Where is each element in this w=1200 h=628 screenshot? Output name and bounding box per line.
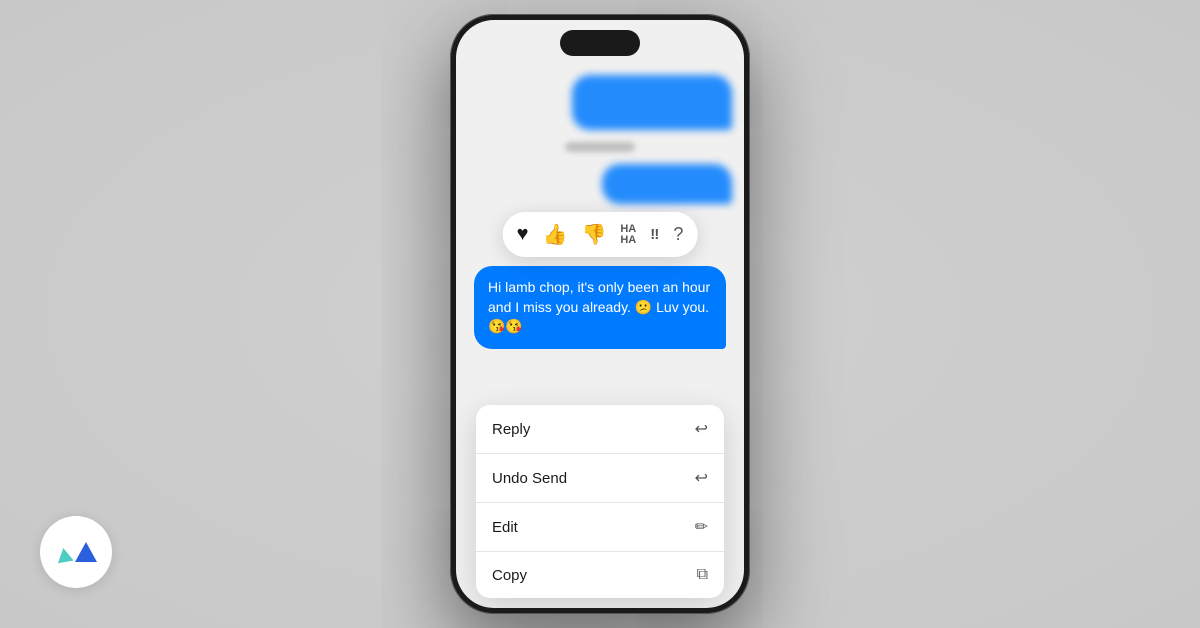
copy-menu-item[interactable]: Copy ⧉ bbox=[476, 552, 724, 598]
phone-screen: ♥ 👍 👎 HAHA ‼ ? Hi lamb chop, it's only b… bbox=[456, 20, 744, 608]
copy-label: Copy bbox=[492, 567, 527, 584]
question-reaction[interactable]: ? bbox=[673, 224, 683, 245]
context-menu: Reply ↩ Undo Send ↩ Edit ✏ Copy ⧉ bbox=[476, 405, 724, 598]
logo-triangle-teal bbox=[55, 547, 73, 564]
message-text: Hi lamb chop, it's only been an hour and… bbox=[488, 278, 712, 337]
reply-menu-item[interactable]: Reply ↩ bbox=[476, 405, 724, 454]
blurred-timestamp bbox=[565, 142, 635, 152]
exclamation-reaction[interactable]: ‼ bbox=[650, 226, 659, 243]
logo-container bbox=[40, 516, 112, 588]
copy-icon: ⧉ bbox=[697, 566, 708, 584]
thumbs-up-reaction[interactable]: 👍 bbox=[543, 222, 568, 247]
reply-icon: ↩ bbox=[695, 419, 708, 439]
reaction-bar[interactable]: ♥ 👍 👎 HAHA ‼ ? bbox=[503, 212, 698, 257]
undo-send-label: Undo Send bbox=[492, 470, 567, 487]
heart-reaction[interactable]: ♥ bbox=[517, 223, 529, 246]
logo bbox=[56, 542, 97, 562]
blurred-message-1 bbox=[572, 75, 732, 130]
undo-send-icon: ↩ bbox=[695, 468, 708, 488]
haha-reaction[interactable]: HAHA bbox=[620, 224, 636, 246]
phone-frame: ♥ 👍 👎 HAHA ‼ ? Hi lamb chop, it's only b… bbox=[450, 14, 750, 614]
edit-label: Edit bbox=[492, 519, 518, 536]
thumbs-down-reaction[interactable]: 👎 bbox=[581, 222, 606, 247]
dynamic-island bbox=[560, 30, 640, 56]
message-bubble: Hi lamb chop, it's only been an hour and… bbox=[474, 266, 726, 349]
logo-triangle-blue bbox=[75, 542, 97, 562]
reply-label: Reply bbox=[492, 421, 530, 438]
edit-menu-item[interactable]: Edit ✏ bbox=[476, 503, 724, 552]
undo-send-menu-item[interactable]: Undo Send ↩ bbox=[476, 454, 724, 503]
blurred-message-2 bbox=[602, 164, 732, 204]
edit-icon: ✏ bbox=[695, 517, 708, 537]
